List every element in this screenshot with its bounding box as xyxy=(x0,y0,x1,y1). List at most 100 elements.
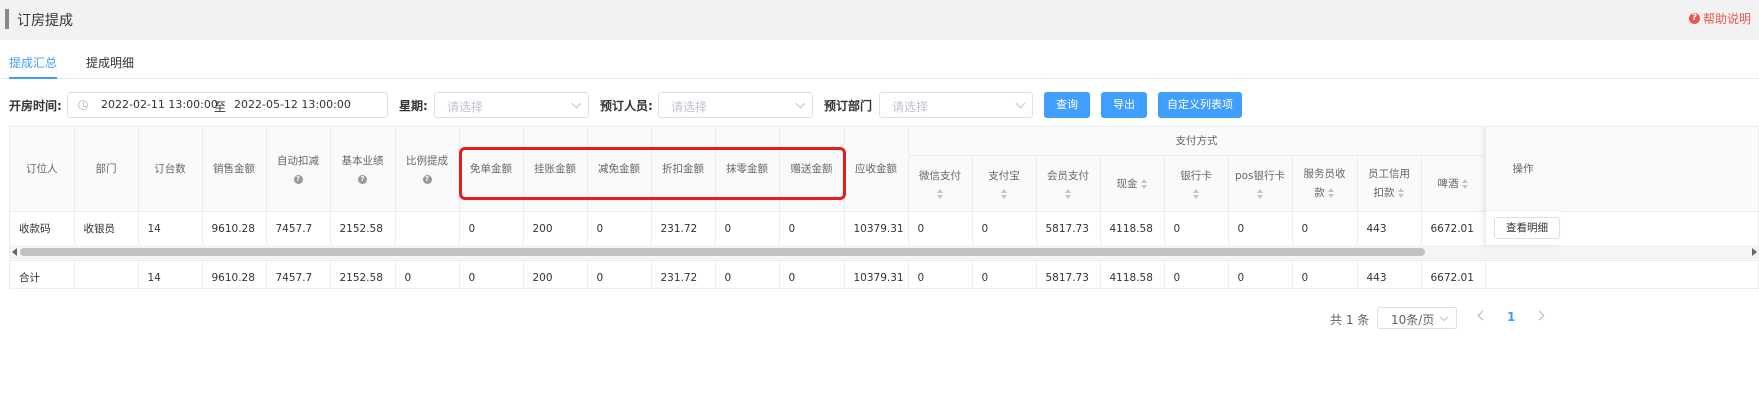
cell xyxy=(74,260,139,288)
cell: 0 xyxy=(1292,260,1358,288)
col-header-credit: 挂账金额 xyxy=(523,127,588,212)
cell: 0 xyxy=(908,260,973,288)
horizontal-scrollbar[interactable] xyxy=(10,245,1758,259)
sort-icon[interactable] xyxy=(1397,188,1405,198)
cell: 0 xyxy=(715,211,780,247)
cell: 0 xyxy=(779,260,845,288)
sort-icon[interactable] xyxy=(1064,188,1072,199)
dept-placeholder: 请选择 xyxy=(892,100,929,114)
question-icon[interactable]: ? xyxy=(358,175,367,185)
query-button[interactable]: 查询 xyxy=(1044,92,1090,118)
page-number[interactable]: 1 xyxy=(1507,310,1515,324)
pagination: 共 1 条 10条/页 1 xyxy=(0,307,1759,329)
sort-icon[interactable] xyxy=(1256,188,1264,199)
col-header-cash[interactable]: 现金 xyxy=(1100,155,1165,212)
col-header-staff-credit[interactable]: 员工信用 扣款 xyxy=(1357,155,1422,212)
chevron-down-icon xyxy=(571,98,582,109)
help-label: 帮助说明 xyxy=(1702,12,1751,26)
col-header-wechat[interactable]: 微信支付 xyxy=(908,155,973,212)
cell: 0 xyxy=(1164,211,1229,247)
commission-table: 订位人 部门 订台数 销售金额 自动扣减? 基本业绩? 比例提成? 免单金额 挂… xyxy=(9,126,1759,289)
title-marker xyxy=(5,9,9,29)
cell-spacer xyxy=(1485,260,1758,288)
next-page-icon[interactable] xyxy=(1534,310,1545,321)
col-header-pos[interactable]: pos银行卡 xyxy=(1228,155,1293,212)
col-header-sales: 销售金额 xyxy=(202,127,267,212)
cell: 0 xyxy=(1228,211,1293,247)
col-group-payment: 支付方式 xyxy=(908,127,1486,156)
page-title: 订房提成 xyxy=(17,13,73,29)
weekday-label: 星期: xyxy=(399,99,428,113)
cell: 0 xyxy=(459,211,524,247)
cell: 443 xyxy=(1357,211,1422,247)
cell: 0 xyxy=(587,260,652,288)
tab-bar: 提成汇总 提成明细 xyxy=(0,53,1759,79)
help-link[interactable]: ? 帮助说明 xyxy=(1688,10,1751,27)
col-header-booker: 订位人 xyxy=(10,127,75,212)
chevron-down-icon xyxy=(1439,312,1449,322)
cell: 收银员 xyxy=(74,211,139,247)
question-icon[interactable]: ? xyxy=(422,175,432,185)
tab-summary[interactable]: 提成汇总 xyxy=(9,53,58,79)
cell: 5817.73 xyxy=(1036,260,1101,288)
cell: 0 xyxy=(459,260,524,288)
sort-icon[interactable] xyxy=(1192,188,1200,199)
tab-detail[interactable]: 提成明细 xyxy=(86,53,134,79)
help-icon: ? xyxy=(1688,13,1700,24)
weekday-placeholder: 请选择 xyxy=(447,100,484,114)
cell: 合计 xyxy=(10,260,75,288)
col-header-bankcard[interactable]: 银行卡 xyxy=(1164,155,1229,212)
cell: 6672.01 xyxy=(1421,260,1486,288)
col-header-rounding: 抹零金额 xyxy=(715,127,780,212)
total-row: 合计 14 9610.28 7457.7 2152.58 0 0 200 0 2… xyxy=(10,260,1758,288)
sort-icon[interactable] xyxy=(1461,178,1469,189)
col-header-waiter[interactable]: 服务员收款 xyxy=(1292,155,1358,212)
cell: 9610.28 xyxy=(202,211,267,247)
booker-select[interactable]: 请选择 xyxy=(658,92,813,118)
cell: 231.72 xyxy=(651,260,716,288)
export-button[interactable]: 导出 xyxy=(1101,92,1147,118)
operation-cell: 查看明细 xyxy=(1486,211,1560,246)
dept-select[interactable]: 请选择 xyxy=(879,92,1033,118)
cell: 0 xyxy=(972,211,1037,247)
cell: 4118.58 xyxy=(1100,260,1165,288)
cell: 443 xyxy=(1357,260,1422,288)
col-header-dept: 部门 xyxy=(74,127,139,212)
col-header-ratio: 比例提成? xyxy=(395,127,460,212)
prev-page-icon[interactable] xyxy=(1477,310,1488,321)
col-header-free: 免单金额 xyxy=(459,127,524,212)
page-size-select[interactable]: 10条/页 xyxy=(1377,307,1457,329)
chevron-down-icon xyxy=(1015,98,1026,109)
question-icon[interactable]: ? xyxy=(293,175,303,185)
cell: 5817.73 xyxy=(1036,211,1101,247)
col-header-beer[interactable]: 啤酒 xyxy=(1421,155,1486,212)
cell: 9610.28 xyxy=(202,260,267,288)
col-header-tables: 订台数 xyxy=(138,127,203,212)
chevron-down-icon xyxy=(795,98,806,109)
cell: 200 xyxy=(523,260,588,288)
scrollbar-thumb[interactable] xyxy=(20,248,1425,256)
date-range-picker[interactable]: 2022-02-11 13:00:00 至 2022-05-12 13:00:0… xyxy=(67,92,388,118)
start-date: 2022-02-11 13:00:00 xyxy=(101,98,218,111)
scroll-left-icon[interactable] xyxy=(12,248,17,256)
custom-columns-button[interactable]: 自定义列表项 xyxy=(1158,92,1242,118)
sort-icon[interactable] xyxy=(936,188,944,199)
cell: 6672.01 xyxy=(1421,211,1486,247)
dept-label: 预订部门 xyxy=(824,99,873,113)
end-date: 2022-05-12 13:00:00 xyxy=(234,98,351,111)
cell: 7457.7 xyxy=(266,211,331,247)
sort-icon[interactable] xyxy=(1000,188,1008,199)
page-header: 订房提成 ? 帮助说明 xyxy=(0,0,1759,40)
cell: 0 xyxy=(1292,211,1358,247)
cell: 2152.58 xyxy=(330,260,396,288)
col-header-alipay[interactable]: 支付宝 xyxy=(972,155,1037,212)
scroll-right-icon[interactable] xyxy=(1752,248,1757,256)
col-header-member[interactable]: 会员支付 xyxy=(1036,155,1101,212)
range-separator: 至 xyxy=(214,100,227,114)
cell: 4118.58 xyxy=(1100,211,1165,247)
view-detail-button[interactable]: 查看明细 xyxy=(1494,217,1560,239)
clock-icon xyxy=(78,100,88,110)
weekday-select[interactable]: 请选择 xyxy=(434,92,589,118)
sort-icon[interactable] xyxy=(1327,188,1335,198)
sort-icon[interactable] xyxy=(1140,178,1148,189)
